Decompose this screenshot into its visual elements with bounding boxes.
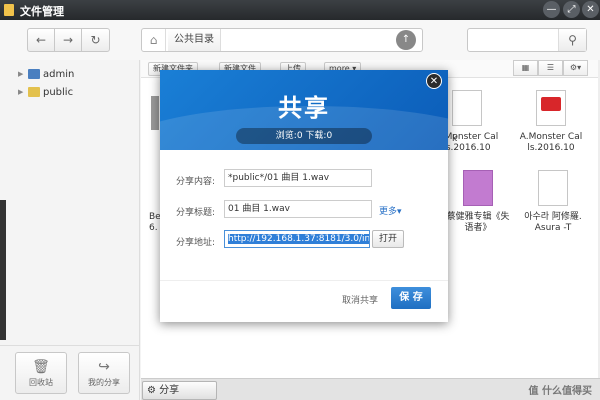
cancel-share-button[interactable]: 取消共享 [342, 293, 378, 306]
share-stats: 浏览:0 下载:0 [236, 128, 372, 144]
file-name: 아수라 阿修羅. Asura -T [524, 212, 582, 233]
taskbar-share-item[interactable]: ⚙ 分享 [142, 381, 217, 400]
file-item[interactable]: 아수라 阿修羅. Asura -T [521, 170, 585, 234]
share-url-field[interactable]: http://192.168.1.37:8181/3.0/inde [224, 230, 370, 248]
taskbar: ⚙ 分享 值 什么值得买 [141, 378, 600, 400]
expand-arrow-icon[interactable]: ▶ [18, 70, 26, 78]
recycle-bin-button[interactable]: 🗑 回收站 [15, 352, 67, 394]
shared-folder-icon [28, 87, 40, 97]
folder-icon [151, 96, 159, 130]
tree-item-admin[interactable]: ▶ admin [18, 66, 74, 82]
grid-view-icon[interactable]: ▦ [513, 60, 538, 76]
title-label: 分享标题: [176, 208, 216, 218]
dialog-title: 共享 [278, 94, 330, 122]
user-folder-icon [28, 69, 40, 79]
tree-item-public[interactable]: ▶ public [18, 84, 73, 100]
expand-arrow-icon[interactable]: ▶ [18, 88, 26, 96]
share-icon: ↪ [98, 359, 110, 375]
forward-button[interactable]: → [55, 29, 82, 51]
tree-item-label: admin [43, 68, 75, 80]
maximize-button[interactable]: ⤢ [563, 1, 580, 18]
save-button[interactable]: 保 存 [391, 287, 431, 309]
document-icon [538, 170, 568, 206]
app-icon [4, 4, 14, 16]
home-icon[interactable]: ⌂ [142, 29, 166, 51]
view-switcher: ▦ ☰ ⚙▾ [513, 60, 588, 76]
search-icon[interactable]: ⚲ [558, 29, 586, 51]
watermark: 值 什么值得买 [528, 386, 592, 397]
desktop-background [0, 200, 6, 340]
window-title: 文件管理 [20, 5, 64, 18]
taskbar-item-label: 分享 [159, 385, 180, 396]
share-task-icon: ⚙ [147, 385, 160, 396]
share-title-field[interactable]: 01 曲目 1.wav [224, 200, 372, 218]
video-file-icon [536, 90, 566, 126]
document-icon [452, 90, 482, 126]
share-url-text: http://192.168.1.37:8181/3.0/inde [228, 234, 369, 244]
sidebar: ▶ admin ▶ public 🗑 回收站 ↪ 我的分享 [0, 60, 140, 400]
dialog-header: 共享 浏览:0 下载:0 [160, 70, 448, 150]
share-content-field[interactable]: *public*/01 曲目 1.wav [224, 169, 372, 187]
file-manager-window: 文件管理 — ⤢ ✕ ← → ↻ ⌂ 公共目录 ↑ ⚲ ▶ admin ▶ pu… [0, 0, 600, 400]
my-share-label: 我的分享 [88, 378, 120, 387]
settings-icon[interactable]: ⚙▾ [563, 60, 588, 76]
sidebar-footer: 🗑 回收站 ↪ 我的分享 [0, 345, 140, 400]
file-name: A.Monster Calls.2016.10 [519, 132, 583, 153]
archive-file-icon [463, 170, 493, 206]
url-label: 分享地址: [176, 238, 216, 248]
breadcrumb-item[interactable]: 公共目录 [168, 29, 221, 51]
toolbar: ← → ↻ ⌂ 公共目录 ↑ ⚲ [0, 20, 600, 60]
open-link-button[interactable]: 打开 [372, 230, 404, 248]
more-options-link[interactable]: 更多▾ [379, 204, 402, 217]
dialog-divider [160, 280, 448, 281]
dialog-close-button[interactable]: ✕ [426, 73, 442, 89]
share-dialog: 共享 浏览:0 下载:0 分享内容: *public*/01 曲目 1.wav … [160, 70, 448, 322]
up-directory-button[interactable]: ↑ [396, 30, 416, 50]
file-name: 蔡健雅专辑《失语者》 [446, 212, 510, 233]
file-item[interactable]: A.Monster Calls.2016.10 [519, 90, 583, 154]
list-view-icon[interactable]: ☰ [538, 60, 563, 76]
recycle-bin-label: 回收站 [29, 378, 53, 387]
title-bar: 文件管理 — ⤢ ✕ [0, 0, 600, 20]
trash-icon: 🗑 [32, 359, 50, 375]
search-input[interactable]: ⚲ [467, 28, 587, 52]
back-button[interactable]: ← [28, 29, 55, 51]
content-label: 分享内容: [176, 177, 216, 187]
file-item[interactable]: 蔡健雅专辑《失语者》 [446, 170, 510, 234]
file-name: k [452, 134, 458, 144]
tree-item-label: public [43, 86, 74, 98]
minimize-button[interactable]: — [543, 1, 560, 18]
breadcrumb: ⌂ 公共目录 [141, 28, 423, 52]
refresh-button[interactable]: ↻ [82, 29, 109, 51]
my-share-button[interactable]: ↪ 我的分享 [78, 352, 130, 394]
close-button[interactable]: ✕ [582, 1, 599, 18]
nav-buttons: ← → ↻ [27, 28, 110, 52]
